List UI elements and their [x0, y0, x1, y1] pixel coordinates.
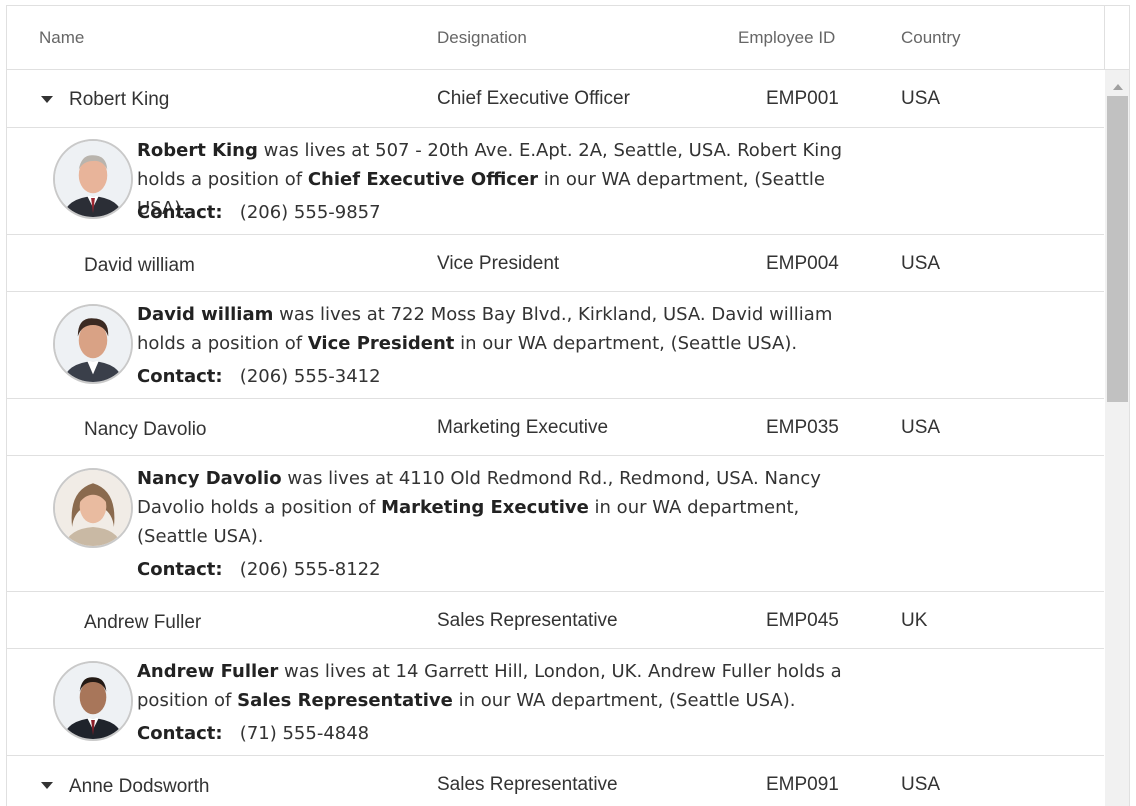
cell-designation: Sales Representative: [437, 774, 618, 795]
desc-designation: Chief Executive Officer: [307, 169, 539, 190]
cell-country: USA: [901, 417, 941, 438]
desc-designation: Sales Representative: [237, 690, 453, 711]
cell-designation: Chief Executive Officer: [437, 88, 630, 109]
desc-address: 507 - 20th Ave. E.Apt. 2A, Seattle, USA.: [375, 140, 732, 161]
cell-name: Robert King: [69, 89, 170, 110]
contact-label: Contact:: [137, 723, 223, 744]
person-photo-icon: [55, 306, 131, 382]
cell-name: David william: [84, 255, 195, 276]
cell-employee-id: EMP045: [766, 610, 839, 631]
table-row[interactable]: David william Vice President EMP004 USA: [7, 235, 1104, 292]
cell-country: USA: [901, 253, 941, 274]
person-photo-icon: [55, 663, 131, 739]
avatar: [53, 661, 133, 741]
table-row[interactable]: Nancy Davolio Marketing Executive EMP035…: [7, 399, 1104, 456]
grid-header: Name Designation Employee ID Country: [7, 6, 1104, 70]
column-header-country[interactable]: Country: [901, 28, 961, 48]
cell-name: Andrew Fuller: [84, 612, 202, 633]
desc-name-plain: Andrew Fuller: [647, 661, 771, 682]
contact-label: Contact:: [137, 366, 223, 387]
cell-designation: Marketing Executive: [437, 417, 609, 438]
table-row[interactable]: Robert King Chief Executive Officer EMP0…: [7, 70, 1104, 128]
cell-designation: Vice President: [437, 253, 560, 274]
detail-row: Nancy Davolio was lives at 4110 Old Redm…: [7, 456, 1104, 592]
person-photo-icon: [55, 470, 131, 546]
contact-line: Contact: (71) 555-4848: [137, 723, 369, 744]
avatar: [53, 139, 133, 219]
desc-designation: Marketing Executive: [381, 497, 589, 518]
cell-employee-id: EMP035: [766, 417, 839, 438]
detail-row: David william was lives at 722 Moss Bay …: [7, 292, 1104, 399]
cell-designation: Sales Representative: [437, 610, 618, 631]
vertical-scrollbar[interactable]: [1105, 70, 1129, 806]
contact-line: Contact: (206) 555-9857: [137, 202, 381, 223]
scrollbar-thumb[interactable]: [1107, 96, 1128, 402]
employee-description: Andrew Fuller was lives at 14 Garrett Hi…: [137, 661, 842, 711]
cell-name: Nancy Davolio: [84, 419, 207, 440]
contact-label: Contact:: [137, 202, 223, 223]
employee-description: Nancy Davolio was lives at 4110 Old Redm…: [137, 468, 821, 547]
avatar: [53, 468, 133, 548]
desc-address: 4110 Old Redmond Rd., Redmond, USA.: [398, 468, 759, 489]
cell-country: USA: [901, 774, 941, 795]
contact-line: Contact: (206) 555-3412: [137, 366, 381, 387]
table-row[interactable]: Anne Dodsworth Sales Representative EMP0…: [7, 756, 1104, 806]
header-scroll-corner: [1104, 6, 1129, 70]
contact-phone: (206) 555-9857: [239, 202, 381, 223]
desc-name: Andrew Fuller: [137, 661, 279, 682]
cell-employee-id: EMP091: [766, 774, 839, 795]
cell-name: Anne Dodsworth: [69, 776, 210, 797]
column-header-name[interactable]: Name: [39, 28, 84, 48]
desc-name: Nancy Davolio: [137, 468, 282, 489]
desc-name-plain: David william: [711, 304, 833, 325]
cell-employee-id: EMP004: [766, 253, 839, 274]
desc-address: 722 Moss Bay Blvd., Kirkland, USA.: [390, 304, 706, 325]
cell-employee-id: EMP001: [766, 88, 839, 109]
person-photo-icon: [55, 141, 131, 217]
avatar: [53, 304, 133, 384]
contact-phone: (206) 555-8122: [239, 559, 381, 580]
detail-row: Robert King was lives at 507 - 20th Ave.…: [7, 128, 1104, 235]
tree-grid: Name Designation Employee ID Country Rob…: [6, 5, 1130, 806]
contact-line: Contact: (206) 555-8122: [137, 559, 381, 580]
collapse-caret-icon[interactable]: [41, 96, 53, 103]
contact-label: Contact:: [137, 559, 223, 580]
column-header-employee-id[interactable]: Employee ID: [738, 28, 835, 48]
scroll-up-arrow-icon[interactable]: [1113, 84, 1123, 90]
employee-description: David william was lives at 722 Moss Bay …: [137, 304, 833, 354]
collapse-caret-icon[interactable]: [41, 782, 53, 789]
column-header-designation[interactable]: Designation: [437, 28, 527, 48]
desc-name: Robert King: [137, 140, 258, 161]
detail-row: Andrew Fuller was lives at 14 Garrett Hi…: [7, 649, 1104, 756]
cell-country: UK: [901, 610, 928, 631]
table-row[interactable]: Andrew Fuller Sales Representative EMP04…: [7, 592, 1104, 649]
desc-name: David william: [137, 304, 274, 325]
contact-phone: (71) 555-4848: [239, 723, 370, 744]
cell-country: USA: [901, 88, 941, 109]
desc-designation: Vice President: [307, 333, 455, 354]
contact-phone: (206) 555-3412: [239, 366, 381, 387]
desc-address: 14 Garrett Hill, London, UK.: [395, 661, 643, 682]
grid-body: Robert King Chief Executive Officer EMP0…: [7, 70, 1104, 806]
desc-name-plain: Robert King: [737, 140, 843, 161]
